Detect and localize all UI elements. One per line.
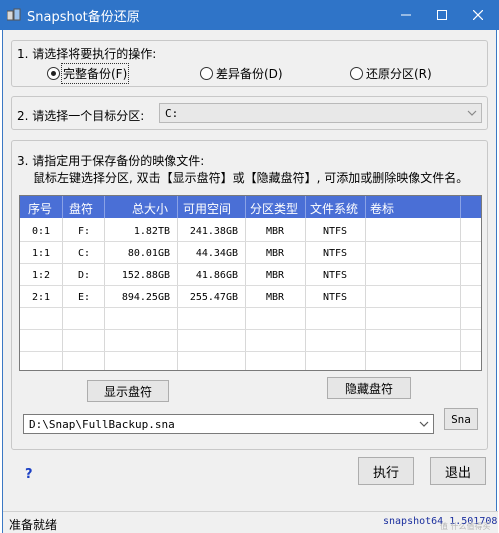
cell-drive: E: [78,292,91,303]
image-file-path-combo[interactable]: D:\Snap\FullBackup.sna [23,414,434,434]
cell-partition-type: MBR [266,270,285,281]
close-button[interactable] [460,0,496,30]
cell-partition-type: MBR [266,248,285,259]
radio-empty-icon [200,67,213,80]
maximize-icon [437,10,447,20]
cell-total-size: 152.88GB [121,270,170,281]
chevron-down-icon [467,110,477,116]
cell-total-size: 1.82TB [133,226,170,237]
col-filesystem[interactable]: 文件系统 [310,200,358,217]
status-bar: 准备就绪 snapshot64 1.501708 值 什么值得买 [3,511,498,533]
table-row[interactable]: 0:1 F: 1.82TB 241.38GB MBR NTFS [20,222,481,242]
cell-drive: D: [78,270,91,281]
radio-diff-backup[interactable]: 差异备份(D) [200,65,283,82]
cell-index: 2:1 [32,292,51,303]
table-row[interactable]: 1:1 C: 80.01GB 44.34GB MBR NTFS [20,244,481,264]
cell-drive: C: [78,248,91,259]
window-title: Snapshot备份还原 [27,10,140,25]
cell-free-space: 44.34GB [195,248,238,259]
cell-free-space: 241.38GB [189,226,238,237]
target-partition-value: C: [165,107,179,120]
table-row[interactable]: 1:2 D: 152.88GB 41.86GB MBR NTFS [20,266,481,286]
radio-diff-backup-label: 差异备份(D) [216,67,283,81]
col-drive[interactable]: 盘符 [69,200,93,217]
exit-button[interactable]: 退出 [430,457,486,485]
radio-full-backup[interactable]: 完整备份(F) [47,63,130,84]
operation-label: 1. 请选择将要执行的操作: [17,47,157,61]
col-total-size[interactable]: 总大小 [132,200,168,217]
col-index[interactable]: 序号 [28,200,52,217]
run-button[interactable]: 执行 [358,457,414,485]
cell-filesystem: NTFS [323,292,348,303]
radio-empty-icon [350,67,363,80]
cell-index: 1:1 [32,248,51,259]
radio-selected-icon [47,67,60,80]
cell-filesystem: NTFS [323,226,348,237]
browse-file-button[interactable]: Sna [444,408,478,430]
table-header: 序号 盘符 总大小 可用空间 分区类型 文件系统 卷标 [20,196,481,218]
cell-drive: F: [78,226,91,237]
image-file-hint: 鼠标左键选择分区, 双击【显示盘符】或【隐藏盘符】, 可添加或删除映像文件名。 [33,171,469,185]
cell-filesystem: NTFS [323,270,348,281]
title-bar: Snapshot备份还原 [0,0,499,30]
radio-restore-label: 还原分区(R) [366,67,432,81]
target-partition-select[interactable]: C: [159,103,482,123]
partition-table[interactable]: 序号 盘符 总大小 可用空间 分区类型 文件系统 卷标 0:1 F: 1.82T… [19,195,482,371]
close-icon [473,10,483,20]
app-icon [7,8,21,21]
cell-filesystem: NTFS [323,248,348,259]
dialog-client: 1. 请选择将要执行的操作: 完整备份(F) 差异备份(D) 还原分区(R) 2… [2,30,498,533]
cell-partition-type: MBR [266,226,285,237]
col-free-space[interactable]: 可用空间 [183,200,231,217]
minimize-button[interactable] [388,0,424,30]
image-file-path: D:\Snap\FullBackup.sna [29,418,175,431]
table-row[interactable]: 2:1 E: 894.25GB 255.47GB MBR NTFS [20,288,481,308]
cell-total-size: 894.25GB [121,292,170,303]
maximize-button[interactable] [424,0,460,30]
image-file-label: 3. 请指定用于保存备份的映像文件: [17,154,205,168]
radio-full-backup-label: 完整备份(F) [60,63,130,84]
help-link[interactable]: ? [25,467,33,482]
show-drive-letter-button[interactable]: 显示盘符 [87,380,169,402]
target-partition-label: 2. 请选择一个目标分区: [17,109,145,123]
watermark-text: 值 什么值得买 [440,522,491,531]
hide-drive-letter-button[interactable]: 隐藏盘符 [327,377,411,399]
cell-index: 0:1 [32,226,51,237]
cell-total-size: 80.01GB [127,248,170,259]
table-row-empty [20,332,481,352]
cell-index: 1:2 [32,270,51,281]
table-row-empty [20,310,481,330]
cell-partition-type: MBR [266,292,285,303]
radio-restore[interactable]: 还原分区(R) [350,65,432,82]
status-text: 准备就绪 [9,518,58,532]
cell-free-space: 255.47GB [189,292,238,303]
col-volume-label[interactable]: 卷标 [370,200,394,217]
cell-free-space: 41.86GB [195,270,238,281]
minimize-icon [401,14,411,16]
chevron-down-icon [419,421,429,427]
col-partition-type[interactable]: 分区类型 [250,200,298,217]
